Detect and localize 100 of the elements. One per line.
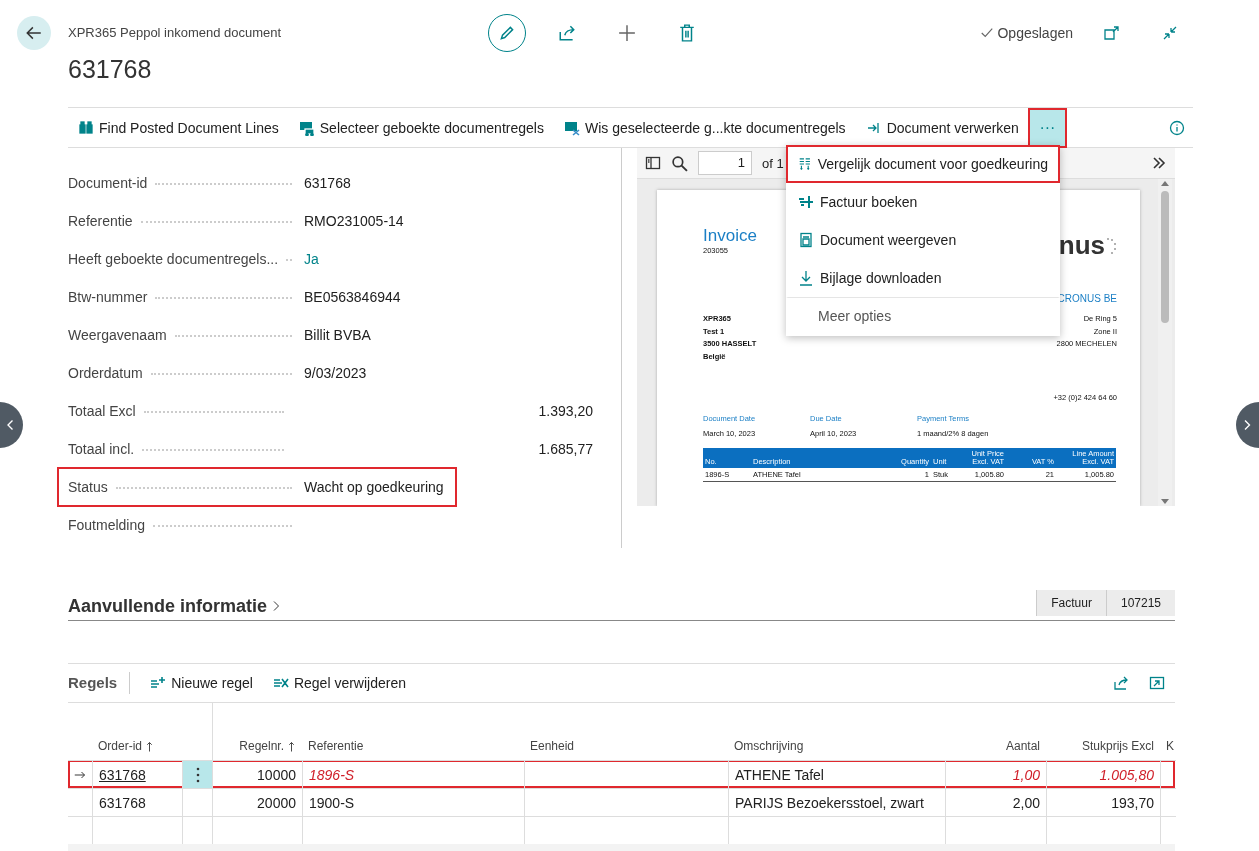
cell-text: 10000 (257, 766, 296, 783)
field-value: 9/03/2023 (304, 365, 368, 381)
share-icon (1113, 675, 1129, 691)
scrollbar-thumb[interactable] (1161, 191, 1169, 323)
search-button[interactable] (671, 154, 688, 172)
field-value: Billit BVBA (304, 327, 372, 343)
field-label: Weergavenaam (68, 327, 167, 343)
column-header[interactable]: Stukprijs Excl (1046, 703, 1160, 760)
toolbar-action[interactable]: Wis geselecteerde g...kte documentregels (553, 108, 856, 147)
sort-arrow-icon (145, 741, 154, 753)
field-label: Referentie (68, 213, 133, 229)
share-button[interactable] (1113, 675, 1129, 691)
cell-text: 2,00 (1012, 794, 1040, 811)
arrow-left-icon (25, 24, 43, 42)
column-header[interactable]: K (1160, 703, 1176, 760)
save-status: Opgeslagen (997, 25, 1073, 41)
double-chevron-icon (1151, 155, 1167, 171)
logo-text: nus (1058, 230, 1105, 261)
table-row[interactable]: 631768 20000 1900-S PARIJS Bezoekersstoel, zwart 2,00 193,70 (68, 788, 1175, 816)
lines-action[interactable]: Nieuwe regel (140, 675, 263, 691)
pencil-icon (498, 24, 516, 42)
row-menu-cell[interactable] (182, 788, 212, 816)
field-label: Heeft geboekte documentregels... (68, 251, 279, 267)
menu-item[interactable]: Meer opties (786, 297, 1060, 335)
row-menu-cell[interactable] (182, 760, 212, 788)
page-caption: XPR365 Peppol inkomend document (68, 25, 283, 40)
scroll-down-icon[interactable] (1160, 498, 1170, 506)
trash-icon (678, 24, 696, 42)
field-label: Orderdatum (68, 365, 143, 381)
cell-text: PARIJS Bezoekersstoel, zwart (735, 794, 924, 811)
sidebar-toggle-button[interactable] (645, 155, 661, 171)
field-value: BE0563846944 (304, 289, 402, 305)
menu-item[interactable]: Bijlage downloaden (786, 259, 1060, 297)
field-label: Totaal Excl (68, 403, 136, 419)
column-header[interactable]: Referentie (302, 703, 524, 760)
section-title: Regels (68, 672, 131, 694)
sort-arrow-icon (287, 741, 296, 753)
page-number-field[interactable]: 1 (698, 151, 752, 175)
table-cell (1160, 760, 1176, 788)
highlighted-table-row[interactable]: 631768 10000 1896-S ATHENE Tafel 1,00 1.005,80 (68, 760, 1175, 788)
lines-action[interactable]: Regel verwijderen (262, 675, 416, 691)
column-header[interactable]: Aantal (945, 703, 1046, 760)
table-cell (1160, 788, 1176, 816)
film-truck-icon (298, 119, 315, 136)
column-header[interactable]: Order-id (92, 703, 182, 760)
field-label: Document-id (68, 175, 148, 191)
page-count: of 1 (762, 155, 784, 171)
cell-text: 1896-S (309, 766, 355, 783)
expand-icon (1149, 675, 1165, 691)
cell-text: 1,00 (1012, 766, 1040, 783)
field-label: Foutmelding (68, 517, 146, 533)
more-tools-button[interactable] (1151, 155, 1167, 171)
search-icon (671, 154, 688, 172)
info-badge: 107215 (1105, 590, 1175, 616)
plus-lines-icon (798, 194, 814, 210)
download-icon (798, 270, 814, 286)
toolbar-action[interactable]: Find Posted Document Lines (68, 108, 289, 147)
column-header[interactable]: Omschrijving (728, 703, 945, 760)
vertical-dots-icon (195, 766, 200, 783)
toolbar-action[interactable]: Document verwerken (855, 108, 1029, 147)
invoice-title: Invoice (703, 226, 757, 246)
field-value: Wacht op goedkeuring (304, 479, 445, 495)
field-link[interactable]: Ja (304, 251, 603, 267)
menu-item[interactable]: Factuur boeken (786, 183, 1060, 221)
sidebar-icon (645, 155, 661, 171)
cell-text[interactable]: 631768 (99, 794, 146, 811)
column-header[interactable]: Eenheid (524, 703, 728, 760)
compare-lines-icon (798, 156, 812, 172)
field-label: Btw-nummer (68, 289, 148, 305)
binoculars-icon (78, 119, 94, 136)
plus-icon (618, 24, 636, 42)
section-header[interactable]: Aanvullende informatie (68, 595, 284, 617)
cell-text: 1.005,80 (1099, 766, 1154, 783)
info-icon (1169, 119, 1185, 136)
check-icon (980, 26, 995, 40)
scrollbar[interactable] (1158, 179, 1172, 506)
cell-text: 1900-S (309, 794, 355, 811)
external-window-icon (1104, 25, 1120, 41)
field-value: 631768 (304, 175, 352, 191)
menu-item[interactable]: Document weergeven (786, 221, 1060, 259)
collapse-icon (1162, 25, 1178, 41)
film-cross-icon (563, 119, 580, 136)
cell-text: 193,70 (1111, 794, 1154, 811)
cell-text: 20000 (257, 794, 296, 811)
field-value: 1.393,20 (537, 403, 594, 419)
document-icon (798, 232, 814, 248)
info-badge: Factuur (1036, 590, 1106, 616)
cell-text: ATHENE Tafel (735, 766, 824, 783)
back-button[interactable] (17, 16, 51, 50)
share-icon (558, 24, 576, 42)
field-label: Status (68, 479, 108, 495)
field-label: Totaal incl. (68, 441, 135, 457)
field-value: 1.685,77 (537, 441, 594, 457)
toolbar-action[interactable]: Selecteer geboekte documentregels (288, 108, 554, 147)
add-lines-icon (150, 675, 167, 691)
column-header[interactable]: Regelnr. (212, 703, 302, 760)
expand-button[interactable] (1149, 675, 1165, 691)
menu-item[interactable]: Vergelijk document voor goedkeuring (786, 145, 1060, 183)
record-title: 631768 (68, 55, 153, 84)
record-link[interactable]: 631768 (99, 766, 146, 783)
